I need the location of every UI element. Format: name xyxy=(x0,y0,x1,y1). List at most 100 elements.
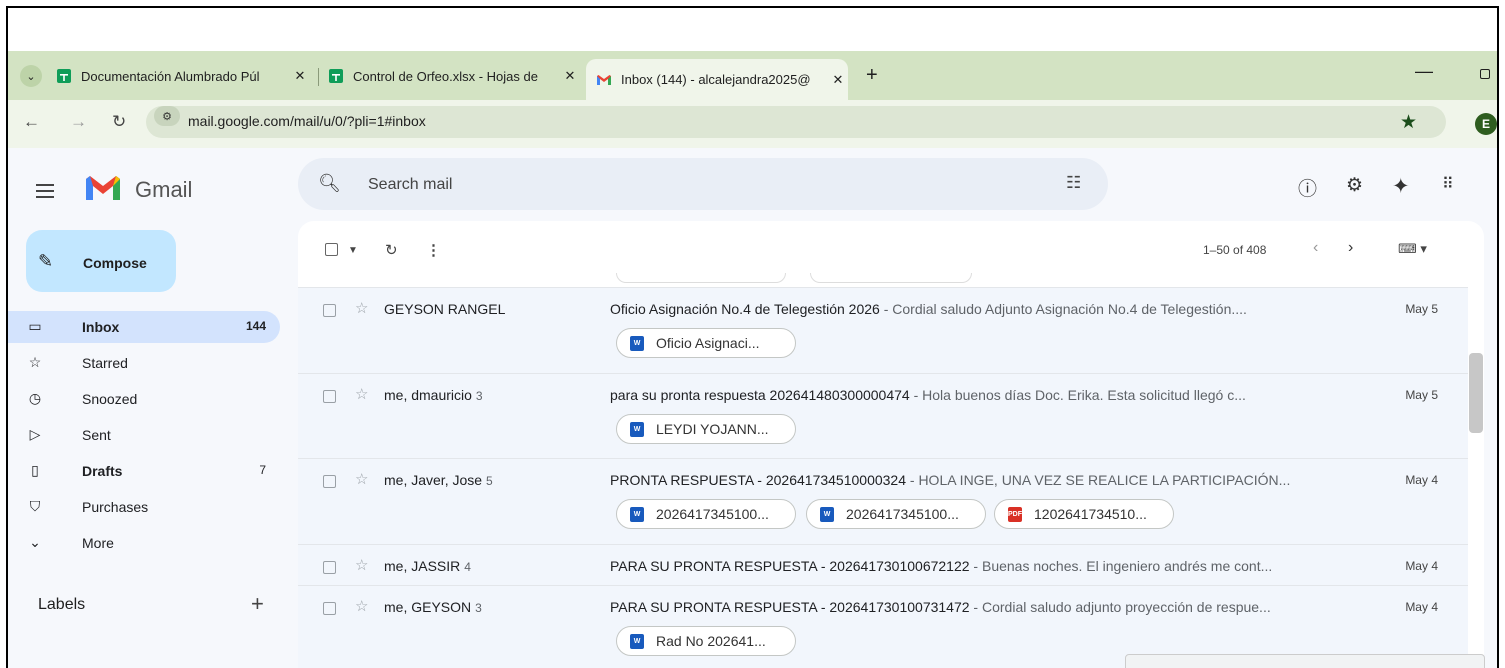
list-toolbar: ▼ ↻ ⋮ 1–50 of 408 ‹ › ⌨ ▾ xyxy=(298,221,1484,283)
bag-icon: ⛉ xyxy=(29,498,41,514)
close-icon[interactable]: ✕ xyxy=(290,68,310,84)
email-row[interactable]: ☆ me, JASSIR 4 PARA SU PRONTA RESPUESTA -… xyxy=(298,544,1468,585)
sidebar-item-label: Purchases xyxy=(82,499,149,515)
search-input[interactable]: Search mail xyxy=(368,176,452,194)
tab-inbox[interactable]: Inbox (144) - alcalejandra2025@ ✕ xyxy=(586,59,848,100)
sidebar-item-snoozed[interactable]: ◷ Snoozed xyxy=(8,383,280,415)
newer-page-icon[interactable]: ‹ xyxy=(1313,239,1318,257)
sidebar-item-starred[interactable]: ☆ Starred xyxy=(8,347,280,379)
more-options-icon[interactable]: ⋮ xyxy=(426,241,441,259)
tab-control-orfeo[interactable]: Control de Orfeo.xlsx - Hojas de ✕ xyxy=(328,59,580,93)
row-checkbox[interactable] xyxy=(323,475,336,488)
star-icon[interactable]: ☆ xyxy=(355,597,368,615)
refresh-icon[interactable]: ↻ xyxy=(385,241,398,259)
close-icon[interactable]: ✕ xyxy=(560,68,580,84)
sidebar-item-label: More xyxy=(82,535,114,551)
attachment-chip[interactable]: W 2026417345100... xyxy=(806,499,986,529)
attachment-name: LEYDI YOJANN... xyxy=(656,421,769,437)
chevron-down-icon: ⌄ xyxy=(29,534,41,550)
attachment-name: 2026417345100... xyxy=(846,506,959,522)
restore-button[interactable] xyxy=(1480,69,1490,79)
send-icon: ▷ xyxy=(29,426,41,442)
gmail-icon xyxy=(597,74,611,85)
sidebar-item-more[interactable]: ⌄ More xyxy=(8,527,280,559)
attachment-chip[interactable]: W Rad No 202641... xyxy=(616,626,796,656)
select-dropdown-icon[interactable]: ▼ xyxy=(348,245,358,256)
email-date: May 5 xyxy=(1405,302,1438,316)
main-menu-icon[interactable] xyxy=(36,184,54,202)
bookmark-star-icon[interactable]: ★ xyxy=(1400,111,1417,134)
word-file-icon: W xyxy=(630,506,644,522)
sidebar-item-label: Inbox xyxy=(82,319,120,335)
word-file-icon: W xyxy=(820,506,834,522)
gmail-logo-icon[interactable] xyxy=(83,173,123,203)
add-label-button[interactable]: + xyxy=(251,591,264,617)
email-row[interactable]: ☆ me, Javer, Jose 5 PRONTA RESPUESTA - 20… xyxy=(298,458,1468,544)
email-sender: me, GEYSON 3 xyxy=(384,599,482,615)
minimize-button[interactable]: — xyxy=(1415,61,1433,82)
star-icon[interactable]: ☆ xyxy=(355,470,368,488)
reload-icon[interactable]: ↻ xyxy=(112,112,126,132)
sidebar-item-label: Snoozed xyxy=(82,391,138,407)
scrollbar-thumb[interactable] xyxy=(1469,353,1483,433)
attachment-name: Rad No 202641... xyxy=(656,633,766,649)
attachment-chip[interactable]: W Oficio Asignaci... xyxy=(616,328,796,358)
sidebar-item-drafts[interactable]: ▯ Drafts 7 xyxy=(8,455,280,487)
tab-strip: ⌄ Documentación Alumbrado Púl ✕ Control … xyxy=(8,51,1497,100)
sheets-icon xyxy=(57,69,71,83)
attachment-name: 2026417345100... xyxy=(656,506,769,522)
inbox-icon: ▭ xyxy=(28,318,42,334)
notification-popup[interactable] xyxy=(1125,654,1485,668)
browser-toolbar: ← → ↻ ⚙ mail.google.com/mail/u/0/?pli=1#… xyxy=(8,100,1497,148)
forward-arrow-icon[interactable]: → xyxy=(70,112,87,132)
screenshot-frame: ⌄ Documentación Alumbrado Púl ✕ Control … xyxy=(6,6,1499,668)
select-all-checkbox[interactable] xyxy=(325,243,338,256)
email-subject: Oficio Asignación No.4 de Telegestión 20… xyxy=(610,301,1247,317)
tab-separator xyxy=(318,68,319,86)
close-icon[interactable]: ✕ xyxy=(828,72,848,88)
star-icon[interactable]: ☆ xyxy=(355,385,368,403)
compose-label: Compose xyxy=(83,255,147,271)
email-sender: GEYSON RANGEL xyxy=(384,301,506,317)
clock-icon: ◷ xyxy=(28,390,42,406)
attachment-chip[interactable]: W LEYDI YOJANN... xyxy=(616,414,796,444)
older-page-icon[interactable]: › xyxy=(1348,239,1353,257)
back-arrow-icon[interactable]: ← xyxy=(23,112,40,132)
scrolled-chip xyxy=(810,273,972,283)
star-icon[interactable]: ☆ xyxy=(355,299,368,317)
site-info-icon[interactable]: ⚙ xyxy=(154,106,180,126)
settings-gear-icon[interactable]: ⚙ xyxy=(1346,174,1363,197)
sidebar-item-sent[interactable]: ▷ Sent xyxy=(8,419,280,451)
new-tab-button[interactable]: + xyxy=(866,64,878,87)
sidebar-item-inbox[interactable]: ▭ Inbox 144 xyxy=(8,311,280,343)
tab-documentacion[interactable]: Documentación Alumbrado Púl ✕ xyxy=(56,59,310,93)
attachment-chip[interactable]: W 2026417345100... xyxy=(616,499,796,529)
draft-count: 7 xyxy=(259,463,266,477)
star-icon[interactable]: ☆ xyxy=(355,556,368,574)
sidebar-item-purchases[interactable]: ⛉ Purchases xyxy=(8,491,280,523)
email-row[interactable]: ☆ me, dmauricio 3 para su pronta respuest… xyxy=(298,373,1468,458)
search-options-icon[interactable]: ☷ xyxy=(1066,173,1081,193)
draft-icon: ▯ xyxy=(31,462,39,478)
tab-search-dropdown-icon[interactable]: ⌄ xyxy=(20,65,42,87)
gemini-sparkle-icon[interactable]: ✦ xyxy=(1392,174,1410,199)
pagination-text: 1–50 of 408 xyxy=(1203,243,1267,257)
row-checkbox[interactable] xyxy=(323,561,336,574)
attachment-name: 1202641734510... xyxy=(1034,506,1147,522)
email-date: May 4 xyxy=(1405,473,1438,487)
url-text[interactable]: mail.google.com/mail/u/0/?pli=1#inbox xyxy=(188,113,426,129)
row-checkbox[interactable] xyxy=(323,390,336,403)
row-checkbox[interactable] xyxy=(323,602,336,615)
attachment-chip[interactable]: PDF 1202641734510... xyxy=(994,499,1174,529)
input-tools-keyboard-icon[interactable]: ⌨ ▾ xyxy=(1398,241,1427,257)
pdf-file-icon: PDF xyxy=(1008,506,1022,522)
sidebar-item-label: Starred xyxy=(82,355,128,371)
row-checkbox[interactable] xyxy=(323,304,336,317)
profile-avatar[interactable]: E xyxy=(1475,113,1497,135)
search-icon[interactable]: 🔍︎ xyxy=(318,173,341,194)
apps-grid-icon[interactable]: ⠿ xyxy=(1442,174,1454,194)
tab-title: Control de Orfeo.xlsx - Hojas de xyxy=(353,68,538,84)
email-row[interactable]: ☆ GEYSON RANGEL Oficio Asignación No.4 d… xyxy=(298,287,1468,373)
email-subject: PRONTA RESPUESTA - 202641734510000324 - … xyxy=(610,472,1291,488)
help-icon[interactable]: ⓘ xyxy=(1298,174,1317,201)
